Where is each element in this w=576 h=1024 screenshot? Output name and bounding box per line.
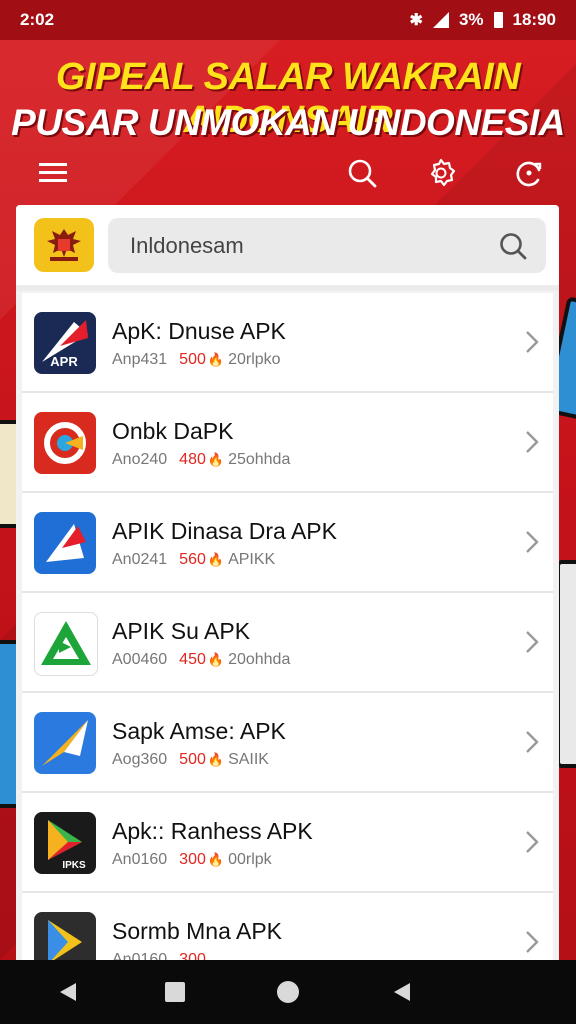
app-downloads: 20rlpko <box>228 351 281 368</box>
chevron-right-icon <box>526 831 539 853</box>
status-time: 2:02 <box>20 10 55 29</box>
app-name: Onbk DaPK <box>112 418 234 444</box>
back-icon <box>60 983 76 1001</box>
toolbar-search-button[interactable] <box>343 154 381 192</box>
app-meta: A00460 450 🔥 20ohhda <box>112 651 290 669</box>
app-icon <box>34 712 96 774</box>
settings-button[interactable] <box>422 154 460 192</box>
app-size: 560 <box>179 551 206 568</box>
app-name: Apk:: Ranhess APK <box>112 818 313 844</box>
search-input[interactable] <box>108 218 478 273</box>
app-icon: IPKS <box>34 812 96 874</box>
list-item[interactable]: IPKS Apk:: Ranhess APK An0160 300 🔥 00rlpk <box>22 793 553 893</box>
back-alt-icon <box>394 983 410 1001</box>
app-downloads: SAIIK <box>228 751 269 768</box>
search-submit-button[interactable] <box>498 231 528 261</box>
banner-subtitle: PUSAR UNMOKAN UNDONESIA <box>11 102 565 143</box>
app-list: APR ApK: Dnuse APK Anp431 500 🔥 20rlpko Onb… <box>22 293 553 965</box>
app-id: Ano240 <box>112 451 168 468</box>
app-name: Sormb Mna APK <box>112 918 283 944</box>
nav-recents-button[interactable] <box>161 978 189 1006</box>
flame-icon: 🔥 <box>207 552 225 567</box>
flame-icon: 🔥 <box>207 352 225 367</box>
list-item[interactable]: APIK Dinasa Dra APK An0241 560 🔥 APIKK <box>22 493 553 593</box>
chevron-right-icon <box>526 531 539 553</box>
search-icon <box>500 233 527 260</box>
status-bar: 2:02 ✱ 3% 18:90 <box>0 0 576 40</box>
search-row <box>16 205 559 291</box>
toolbar <box>0 150 576 196</box>
app-meta: Aog360 500 🔥 SAIIK <box>112 751 269 769</box>
app-icon <box>34 512 96 574</box>
app-downloads: 00rlpk <box>228 851 272 868</box>
app-downloads: APIKK <box>228 551 276 568</box>
app-size: 500 <box>179 751 206 768</box>
decorative-card-right-2 <box>556 560 576 768</box>
chevron-right-icon <box>526 631 539 653</box>
menu-button[interactable] <box>34 154 72 192</box>
app-id: Anp431 <box>112 351 168 368</box>
indonesia-emblem-logo <box>34 218 94 272</box>
refresh-button[interactable] <box>510 154 548 192</box>
app-list-panel: APR ApK: Dnuse APK Anp431500🔥20rlpko Onb… <box>16 205 559 965</box>
chevron-right-icon <box>526 331 539 353</box>
battery-icon <box>493 12 503 28</box>
app-icon: APR <box>34 312 96 374</box>
chevron-right-icon <box>526 731 539 753</box>
search-icon <box>348 159 377 188</box>
recents-icon <box>165 982 185 1002</box>
app-name: APIK Su APK <box>112 618 251 644</box>
system-navbar <box>0 960 576 1024</box>
app-downloads: 25ohhda <box>228 451 291 468</box>
app-icon-label: APR <box>50 354 78 369</box>
app-downloads: 20ohhda <box>228 651 291 668</box>
signal-icon <box>432 12 449 28</box>
list-item[interactable]: Sormb Mna APK An0160 300 <box>22 893 553 965</box>
app-size: 500 <box>179 351 206 368</box>
list-item[interactable]: APR ApK: Dnuse APK Anp431 500 🔥 20rlpko <box>22 293 553 393</box>
app-icon-label: IPKS <box>62 860 86 871</box>
app-meta: An0241 560 🔥 APIKK <box>112 551 275 569</box>
flame-icon: 🔥 <box>207 752 225 767</box>
list-item[interactable]: Sapk Amse: APK Aog360 500 🔥 SAIIK <box>22 693 553 793</box>
flame-icon: 🔥 <box>207 852 225 867</box>
status-clock: 18:90 <box>512 10 556 29</box>
app-meta: Ano240 480 🔥 25ohhda <box>112 451 290 469</box>
bluetooth-icon: ✱ <box>409 12 423 29</box>
app-size: 480 <box>179 451 206 468</box>
app-id: Aog360 <box>112 751 168 768</box>
flame-icon: 🔥 <box>207 452 225 467</box>
refresh-icon <box>516 161 542 187</box>
search-box <box>108 218 546 273</box>
nav-back-button[interactable] <box>54 978 82 1006</box>
app-icon <box>34 612 98 676</box>
chevron-right-icon <box>526 431 539 453</box>
app-name: ApK: Dnuse APK <box>112 318 286 344</box>
app-icon <box>34 412 96 474</box>
menu-icon <box>39 163 67 182</box>
app-name: APIK Dinasa Dra APK <box>112 518 337 544</box>
list-item[interactable]: APIK Su APK A00460 450 🔥 20ohhda <box>22 593 553 693</box>
nav-home-button[interactable] <box>274 978 302 1006</box>
app-name: Sapk Amse: APK <box>112 718 286 744</box>
list-item[interactable]: Onbk DaPK Ano240 480 🔥 25ohhda <box>22 393 553 493</box>
settings-icon <box>430 158 456 187</box>
app-meta: Anp431 500 🔥 20rlpko <box>112 351 281 369</box>
app-id: A00460 <box>112 651 168 668</box>
chevron-right-icon <box>526 931 539 953</box>
nav-back-alt-button[interactable] <box>388 978 416 1006</box>
home-icon <box>277 981 299 1003</box>
app-meta: An0160 300 🔥 00rlpk <box>112 851 272 869</box>
app-icon <box>34 912 96 965</box>
flame-icon: 🔥 <box>207 652 225 667</box>
app-id: An0160 <box>112 851 168 868</box>
app-size: 300 <box>179 851 206 868</box>
battery-percent: 3% <box>458 10 484 29</box>
app-id: An0241 <box>112 551 168 568</box>
garuda-icon <box>47 229 81 261</box>
app-size: 450 <box>179 651 206 668</box>
